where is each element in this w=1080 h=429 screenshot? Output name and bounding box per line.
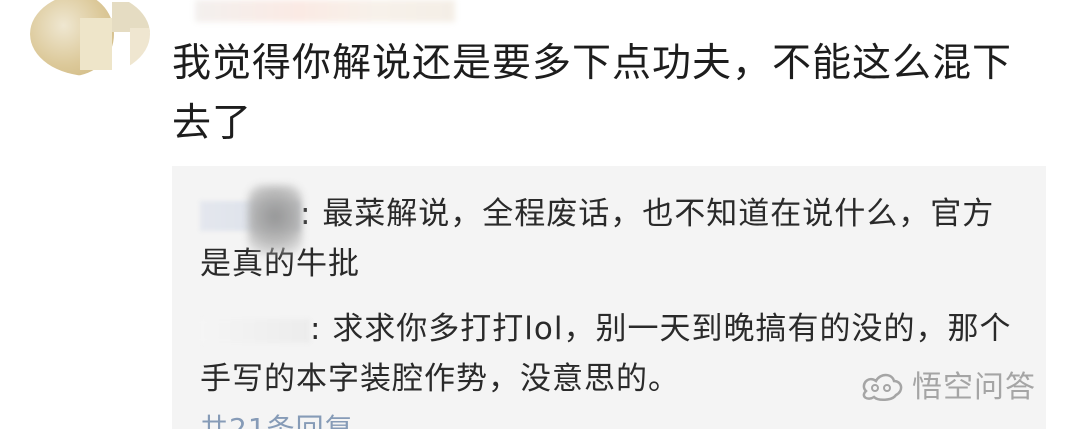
- watermark-text: 悟空问答: [912, 370, 1036, 405]
- watermark: 悟空问答: [858, 368, 1036, 408]
- comment-screenshot: 我觉得你解说还是要多下点功夫，不能这么混下去了 : 最菜解说，全程废话，也不知道…: [0, 0, 1080, 429]
- comment-body: 我觉得你解说还是要多下点功夫，不能这么混下去了: [172, 41, 1013, 146]
- reply-username[interactable]: [200, 318, 310, 343]
- more-replies-link[interactable]: 共21条回复: [200, 414, 354, 429]
- obscured-avatar: [248, 185, 302, 255]
- reply-text: 最菜解说，全程废话，也不知道在说什么，官方是真的牛批: [200, 196, 995, 282]
- wukong-logo-icon: [858, 371, 904, 405]
- reply-item[interactable]: : 最菜解说，全程废话，也不知道在说什么，官方是真的牛批: [200, 189, 1020, 289]
- avatar[interactable]: [30, 0, 150, 76]
- reply-separator: :: [310, 311, 322, 347]
- obscured-header: [195, 0, 455, 22]
